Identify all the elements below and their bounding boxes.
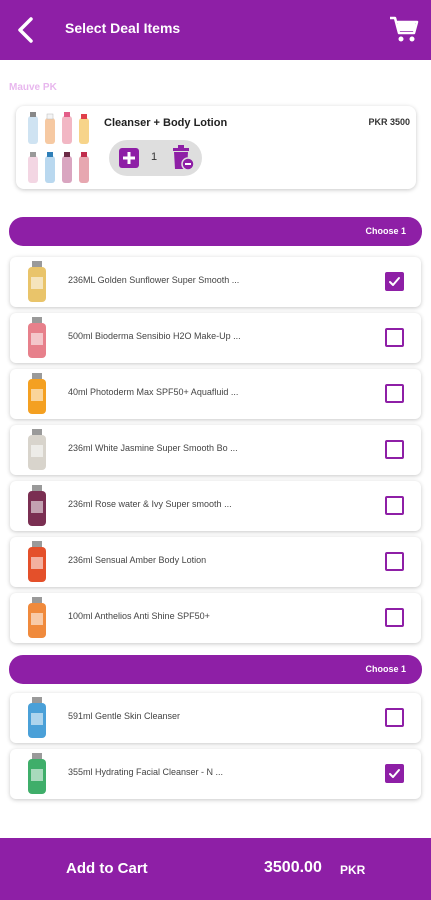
currency-label: PKR (340, 863, 366, 877)
select-checkbox[interactable] (385, 608, 404, 627)
cart-footer: Add to Cart 3500.00 PKR (0, 838, 431, 900)
select-checkbox[interactable] (385, 496, 404, 515)
select-checkbox[interactable] (385, 440, 404, 459)
product-row[interactable]: 500ml Bioderma Sensibio H2O Make-Up ... (10, 313, 421, 363)
deal-price: PKR 3500 (368, 117, 410, 127)
page-title: Select Deal Items (65, 20, 181, 36)
quantity-stepper: 1 (109, 140, 202, 176)
product-name: 591ml Gentle Skin Cleanser (68, 711, 181, 721)
select-checkbox[interactable] (385, 708, 404, 727)
product-row[interactable]: 40ml Photoderm Max SPF50+ Aquafluid ... (10, 369, 421, 419)
select-checkbox[interactable] (385, 552, 404, 571)
product-row[interactable]: 355ml Hydrating Facial Cleanser - N ... (10, 749, 421, 799)
product-name: 355ml Hydrating Facial Cleanser - N ... (68, 767, 224, 777)
deal-products-image (28, 112, 89, 183)
product-name: 236ml Rose water & Ivy Super smooth ... (68, 499, 232, 509)
product-row[interactable]: 236ml Rose water & Ivy Super smooth ... (10, 481, 421, 531)
product-name: 40ml Photoderm Max SPF50+ Aquafluid ... (68, 387, 239, 397)
product-row[interactable]: 236ml Sensual Amber Body Lotion (10, 537, 421, 587)
checkmark-icon (389, 769, 400, 778)
product-name: 236ml White Jasmine Super Smooth Bo ... (68, 443, 238, 453)
product-image (28, 261, 46, 302)
product-row[interactable]: 100ml Anthelios Anti Shine SPF50+ (10, 593, 421, 643)
back-button[interactable] (14, 16, 38, 44)
product-image (28, 429, 46, 470)
plus-icon (123, 152, 135, 164)
product-image (28, 697, 46, 738)
cart-button[interactable] (389, 14, 419, 44)
product-name: 236ml Sensual Amber Body Lotion (68, 555, 207, 565)
select-checkbox[interactable] (385, 764, 404, 783)
product-image (28, 597, 46, 638)
select-checkbox[interactable] (385, 328, 404, 347)
product-name: 236ML Golden Sunflower Super Smooth ... (68, 275, 240, 285)
cart-icon (390, 16, 419, 42)
product-row[interactable]: 236ml White Jasmine Super Smooth Bo ... (10, 425, 421, 475)
group-choose-label: Choose 1 (365, 664, 406, 674)
product-row[interactable]: 236ML Golden Sunflower Super Smooth ... (10, 257, 421, 307)
add-to-cart-button[interactable]: Add to Cart (66, 860, 148, 877)
checkmark-icon (389, 277, 400, 286)
delete-deal-button[interactable] (171, 145, 195, 171)
total-amount: 3500.00 (264, 859, 322, 876)
product-image (28, 753, 46, 794)
group-choose-label: Choose 1 (365, 226, 406, 236)
group-header: Choose 1 (9, 217, 422, 246)
deal-name: Cleanser + Body Lotion (104, 117, 228, 129)
group-header: Choose 1 (9, 655, 422, 684)
deal-card: Cleanser + Body Lotion PKR 3500 1 (16, 106, 416, 189)
increase-quantity-button[interactable] (119, 148, 139, 168)
product-image (28, 317, 46, 358)
trash-icon (173, 145, 195, 171)
chevron-left-icon (18, 17, 33, 43)
product-image (28, 541, 46, 582)
select-checkbox[interactable] (385, 272, 404, 291)
product-image (28, 373, 46, 414)
select-checkbox[interactable] (385, 384, 404, 403)
app-header: Select Deal Items (0, 0, 431, 60)
product-row[interactable]: 591ml Gentle Skin Cleanser (10, 693, 421, 743)
product-image (28, 485, 46, 526)
product-name: 100ml Anthelios Anti Shine SPF50+ (68, 611, 210, 621)
product-name: 500ml Bioderma Sensibio H2O Make-Up ... (68, 331, 241, 341)
quantity-value: 1 (151, 151, 158, 163)
vendor-name: Mauve PK (9, 82, 57, 93)
